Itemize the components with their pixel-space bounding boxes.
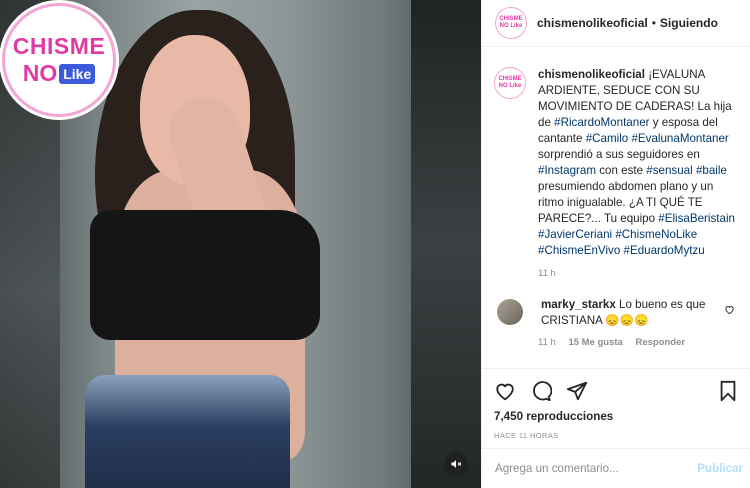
- commenter-username[interactable]: marky_starkx: [541, 298, 616, 311]
- logo-like: Like: [59, 63, 96, 84]
- like-button[interactable]: [494, 380, 516, 402]
- logo-line2: NO Like: [23, 60, 96, 87]
- hashtag-link[interactable]: #EduardoMytzu: [624, 244, 705, 257]
- hashtag-link[interactable]: #Instagram: [538, 164, 596, 177]
- caption-time[interactable]: 11 h: [538, 268, 556, 279]
- mute-button[interactable]: [444, 452, 468, 476]
- comment-text: marky_starkx Lo bueno es que CRISTIANA 😞…: [541, 297, 711, 329]
- avatar-text2: NO Like: [499, 23, 523, 29]
- hashtag-link[interactable]: #RicardoMontaner: [554, 116, 649, 129]
- caption-part: sorprendió a sus seguidores en: [538, 148, 700, 161]
- caption-username[interactable]: chismenolikeoficial: [538, 68, 645, 81]
- heart-small-icon: [725, 306, 734, 315]
- hashtag-link[interactable]: #sensual: [646, 164, 692, 177]
- comment-meta: 11 h 15 Me gusta Responder: [538, 337, 739, 348]
- header-separator: •: [651, 16, 656, 30]
- post-sidebar: CHISME NO Like chismenolikeoficial • Sig…: [481, 0, 750, 488]
- hashtag-link[interactable]: #ChismeNoLike: [615, 228, 697, 241]
- comment-input[interactable]: Agrega un comentario...: [495, 462, 697, 475]
- action-bar: 7,450 reproducciones HACE 11 HORAS: [482, 368, 750, 448]
- hashtag-link[interactable]: #Camilo: [586, 132, 629, 145]
- caption-row: CHISME NO Like chismenolikeoficial ¡EVAL…: [494, 67, 739, 259]
- caption-part: con este: [596, 164, 647, 177]
- logo-no: NO: [22, 60, 58, 86]
- bookmark-icon: [720, 380, 736, 402]
- comment-likes[interactable]: 15 Me gusta: [568, 337, 622, 348]
- save-button[interactable]: [717, 380, 739, 402]
- video-frame-right: [411, 0, 481, 488]
- comment-like-button[interactable]: [724, 302, 735, 320]
- share-button[interactable]: [566, 380, 588, 402]
- brand-logo-watermark: CHISME NO Like: [2, 3, 116, 117]
- hashtag-link[interactable]: #ElisaBeristain: [658, 212, 735, 225]
- post-header: CHISME NO Like chismenolikeoficial • Sig…: [482, 0, 750, 47]
- action-icons: [494, 375, 739, 407]
- comment-icon: [533, 381, 552, 402]
- comment-row: marky_starkx Lo bueno es que CRISTIANA 😞…: [494, 297, 739, 329]
- hashtag-link[interactable]: #EvalunaMontaner: [631, 132, 728, 145]
- share-icon: [566, 381, 588, 401]
- reply-button[interactable]: Responder: [635, 337, 685, 348]
- heart-icon: [496, 383, 514, 401]
- logo-line1: CHISME: [12, 33, 106, 59]
- comments-area: CHISME NO Like chismenolikeoficial ¡EVAL…: [482, 48, 750, 368]
- mute-icon: [451, 460, 462, 468]
- comment-time[interactable]: 11 h: [538, 337, 556, 348]
- caption-text: chismenolikeoficial ¡EVALUNA ARDIENTE, S…: [538, 67, 739, 259]
- avatar-text1: CHISME: [499, 16, 523, 22]
- avatar-text2: NO Like: [498, 83, 522, 89]
- author-avatar[interactable]: CHISME NO Like: [495, 7, 527, 39]
- comment-button[interactable]: [530, 380, 552, 402]
- following-button[interactable]: Siguiendo: [660, 16, 718, 30]
- avatar-text1: CHISME: [498, 76, 522, 82]
- caption-avatar[interactable]: CHISME NO Like: [494, 67, 526, 99]
- post-video[interactable]: CHISME NO Like: [0, 0, 481, 488]
- view-count[interactable]: 7,450 reproducciones: [494, 410, 739, 423]
- comment-composer: Agrega un comentario... Publicar: [482, 448, 750, 488]
- caption-meta: 11 h: [538, 268, 739, 279]
- video-figure-jeans: [85, 375, 290, 488]
- hashtag-link[interactable]: #baile: [696, 164, 727, 177]
- commenter-avatar[interactable]: [497, 299, 523, 325]
- publish-button[interactable]: Publicar: [697, 462, 743, 475]
- post-timestamp[interactable]: HACE 11 HORAS: [494, 431, 739, 440]
- hashtag-link[interactable]: #JavierCeriani: [538, 228, 612, 241]
- video-figure-top: [90, 210, 320, 340]
- hashtag-link[interactable]: #ChismeEnVivo: [538, 244, 620, 257]
- author-username[interactable]: chismenolikeoficial: [537, 16, 648, 30]
